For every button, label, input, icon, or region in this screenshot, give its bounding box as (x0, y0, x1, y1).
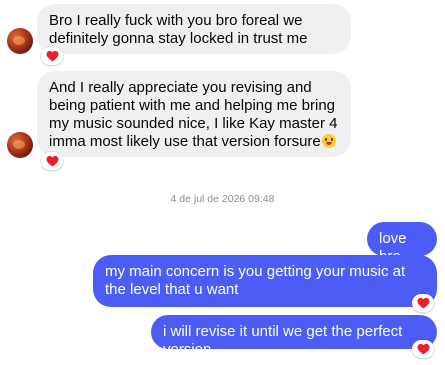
grinning-face-with-tongue-icon (321, 134, 336, 148)
heart-icon (46, 155, 58, 167)
message-reaction[interactable] (412, 294, 434, 312)
message-reaction[interactable] (41, 152, 63, 170)
message-bubble-incoming[interactable]: And I really appreciate you revising and… (37, 71, 351, 157)
message-reaction[interactable] (412, 340, 434, 358)
avatar[interactable] (7, 28, 33, 54)
heart-icon (417, 297, 429, 309)
message-text: Bro I really fuck with you bro foreal we… (49, 12, 308, 47)
avatar[interactable] (7, 132, 33, 158)
message-bubble-outgoing[interactable]: my main concern is you getting your musi… (93, 255, 437, 307)
heart-icon (46, 50, 58, 62)
message-bubble-incoming[interactable]: Bro I really fuck with you bro foreal we… (37, 4, 351, 54)
message-text: And I really appreciate you revising and… (49, 79, 338, 150)
message-bubble-outgoing[interactable]: i will revise it until we get the perfec… (151, 315, 437, 358)
message-text: my main concern is you getting your musi… (105, 263, 406, 298)
heart-icon (417, 343, 429, 355)
message-timestamp: 4 de jul de 2026 09:48 (170, 193, 275, 205)
message-reaction[interactable] (41, 47, 63, 65)
message-text: i will revise it until we get the perfec… (163, 323, 403, 358)
message-bubble-outgoing[interactable]: love bro (367, 222, 437, 265)
